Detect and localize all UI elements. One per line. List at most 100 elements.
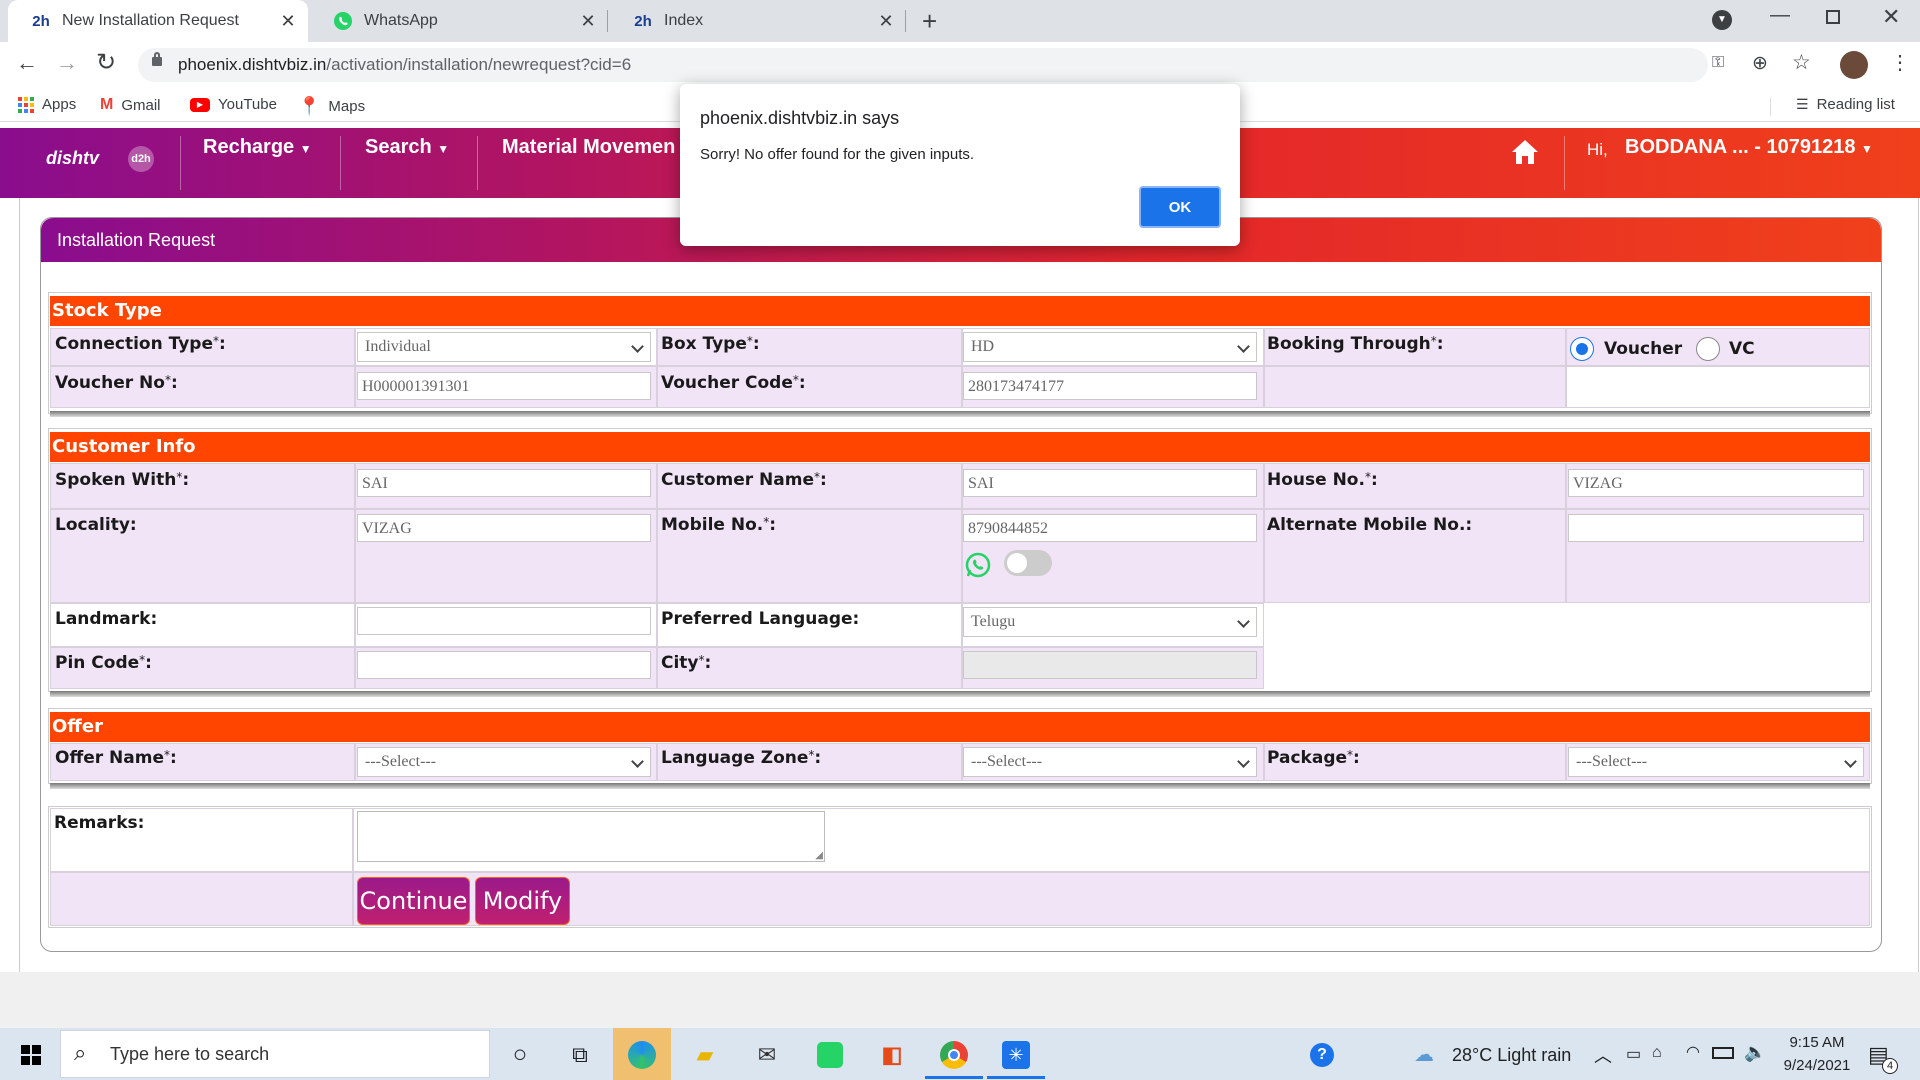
select-value: Telugu: [971, 613, 1016, 630]
package-label: Package*:: [1267, 748, 1360, 768]
whatsapp-toggle[interactable]: [1004, 550, 1052, 576]
tray-network-icon[interactable]: ⌂: [1652, 1044, 1662, 1062]
dishtv-logo[interactable]: dishtv: [46, 148, 99, 169]
modify-button[interactable]: Modify: [475, 877, 570, 925]
tab-search-icon[interactable]: ▼: [1712, 10, 1732, 30]
edge-icon[interactable]: [625, 1038, 659, 1072]
chevron-down-icon: [631, 340, 644, 353]
profile-avatar[interactable]: [1840, 51, 1868, 79]
mobile-no-input[interactable]: 8790844852: [963, 514, 1257, 542]
wifi-icon[interactable]: ◠: [1686, 1042, 1700, 1062]
volume-icon[interactable]: 🔈: [1744, 1042, 1766, 1063]
nav-recharge[interactable]: Recharge ▼: [203, 136, 312, 159]
tab-whatsapp[interactable]: WhatsApp ✕: [310, 0, 608, 42]
taskbar-search-placeholder: Type here to search: [110, 1044, 270, 1064]
help-icon[interactable]: ?: [1310, 1043, 1334, 1067]
voucher-code-label: Voucher Code*:: [661, 373, 806, 393]
mobile-no-label: Mobile No.*:: [661, 515, 777, 535]
language-zone-select[interactable]: ---Select---: [963, 747, 1257, 777]
office-icon[interactable]: ◧: [875, 1038, 909, 1072]
close-window-icon[interactable]: ✕: [1882, 4, 1900, 30]
active-app-indicator: [925, 1076, 983, 1079]
bookmark-apps[interactable]: Apps: [18, 96, 76, 113]
offer-name-select[interactable]: ---Select---: [357, 747, 651, 777]
bookmark-maps[interactable]: 📍 Maps: [298, 96, 365, 117]
city-label: City*:: [661, 653, 712, 673]
nav-material-movement[interactable]: Material Movemen: [502, 136, 675, 159]
key-icon[interactable]: ⚿: [1712, 54, 1724, 72]
voucher-code-input[interactable]: 280173474177: [963, 372, 1257, 400]
minimize-window-icon[interactable]: —: [1770, 4, 1790, 27]
label-text: Customer Name: [661, 470, 814, 490]
close-tab-icon[interactable]: ✕: [874, 11, 898, 32]
user-menu[interactable]: BODDANA ... - 10791218 ▼: [1625, 136, 1873, 159]
back-arrow-icon[interactable]: ←: [16, 50, 38, 76]
alternate-mobile-label: Alternate Mobile No.:: [1267, 515, 1473, 535]
pinned-app-icon[interactable]: ✳: [999, 1038, 1033, 1072]
home-icon[interactable]: [1510, 138, 1540, 171]
preferred-language-select[interactable]: Telugu: [963, 607, 1257, 637]
task-view-icon[interactable]: ⧉: [563, 1038, 597, 1072]
tray-device-icon[interactable]: ▭: [1626, 1044, 1641, 1064]
dialog-message: Sorry! No offer found for the given inpu…: [700, 146, 975, 163]
required-mark: *: [1347, 748, 1354, 762]
alternate-mobile-input[interactable]: [1568, 514, 1864, 542]
star-bookmark-icon[interactable]: ☆: [1792, 50, 1811, 75]
required-mark: *: [1430, 334, 1437, 348]
chevron-down-icon: [1237, 755, 1250, 768]
reload-icon[interactable]: ↻: [96, 48, 116, 77]
chrome-icon[interactable]: [937, 1038, 971, 1072]
package-select[interactable]: ---Select---: [1568, 747, 1864, 777]
select-value: HD: [971, 338, 995, 355]
mail-icon[interactable]: ✉: [750, 1038, 784, 1072]
offer-header: Offer: [50, 712, 1870, 742]
tray-chevron-up-icon[interactable]: ︿: [1594, 1042, 1612, 1068]
d2h-logo[interactable]: d2h: [128, 146, 154, 172]
tab-title: New Installation Request: [62, 12, 239, 29]
continue-button[interactable]: Continue: [357, 877, 470, 925]
city-input[interactable]: [963, 651, 1257, 679]
customer-name-input[interactable]: SAI: [963, 469, 1257, 497]
whatsapp-favicon-icon: [332, 10, 354, 32]
reading-list-button[interactable]: ☰ Reading list: [1796, 96, 1895, 113]
close-tab-icon[interactable]: ✕: [276, 11, 300, 32]
voucher-radio[interactable]: [1570, 337, 1594, 361]
preferred-language-label: Preferred Language:: [661, 609, 860, 629]
label-text: Voucher Code: [661, 373, 793, 393]
zoom-icon[interactable]: ⊕: [1752, 52, 1768, 75]
landmark-input[interactable]: [357, 607, 651, 635]
chevron-down-icon: [631, 755, 644, 768]
close-tab-icon[interactable]: ✕: [576, 11, 600, 32]
house-no-input[interactable]: VIZAG: [1568, 469, 1864, 497]
bookmark-youtube[interactable]: ▶ YouTube: [190, 96, 277, 113]
cortana-icon[interactable]: ○: [503, 1038, 537, 1072]
file-explorer-icon[interactable]: ▰: [688, 1038, 722, 1072]
spoken-with-input[interactable]: SAI: [357, 469, 651, 497]
ok-button[interactable]: OK: [1139, 186, 1221, 228]
label-text: Offer Name: [55, 748, 164, 768]
vc-radio[interactable]: [1696, 337, 1720, 361]
menu-dots-icon[interactable]: ⋮: [1890, 50, 1910, 75]
clock-date[interactable]: 9/24/2021: [1772, 1057, 1862, 1074]
nav-search[interactable]: Search ▼: [365, 136, 449, 159]
tab-new-installation-request[interactable]: 2h New Installation Request ✕: [8, 0, 308, 42]
voucher-no-input[interactable]: H000001391301: [357, 372, 651, 400]
pin-code-input[interactable]: [357, 651, 651, 679]
label-text: Pin Code: [55, 653, 140, 673]
weather-text[interactable]: 28°C Light rain: [1452, 1045, 1571, 1066]
locality-input[interactable]: VIZAG: [357, 514, 651, 542]
connection-type-select[interactable]: Individual: [357, 332, 651, 362]
new-tab-plus-icon[interactable]: +: [922, 6, 937, 37]
windows-start-icon[interactable]: [14, 1038, 48, 1072]
restore-window-icon[interactable]: [1826, 10, 1840, 24]
battery-icon[interactable]: [1712, 1047, 1734, 1059]
box-type-select[interactable]: HD: [963, 332, 1257, 362]
remarks-textarea[interactable]: ◢: [357, 811, 825, 862]
bookmark-gmail[interactable]: M Gmail: [100, 96, 161, 114]
clock-time[interactable]: 9:15 AM: [1782, 1034, 1852, 1051]
label-text: Connection Type: [55, 334, 213, 354]
tab-index[interactable]: 2h Index ✕: [610, 0, 906, 42]
whatsapp-taskbar-icon[interactable]: [813, 1038, 847, 1072]
label-text: Box Type: [661, 334, 747, 354]
forward-arrow-icon[interactable]: →: [56, 50, 78, 76]
